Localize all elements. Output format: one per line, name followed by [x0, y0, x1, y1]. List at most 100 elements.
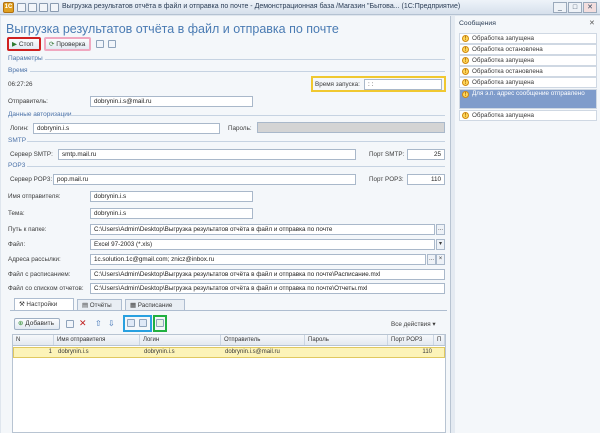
login-field[interactable]: dobrynin.i.s — [33, 123, 220, 134]
sender-label: Отправитель: — [8, 98, 48, 105]
message-text: Для э.п. адрес сообщение отправлено — [472, 90, 585, 97]
message-item[interactable]: ! Обработка запущена — [459, 33, 597, 44]
subject-field[interactable]: dobrynin.i.s — [90, 208, 253, 219]
delete-icon[interactable]: ✕ — [79, 318, 87, 329]
check-label: Проверка — [56, 41, 86, 48]
tab-reports-label: Отчёты — [89, 302, 112, 309]
start-time-field[interactable]: : : — [364, 79, 442, 90]
schedule-file-field[interactable]: C:\Users\Admin\Desktop\Выгрузка результа… — [90, 269, 445, 280]
sender-name-field[interactable]: dobrynin.i.s — [90, 191, 253, 202]
calendar-icon: ▦ — [130, 302, 136, 309]
smtp-port-label: Порт SMTP: — [369, 151, 405, 158]
col-n[interactable]: N — [14, 335, 54, 345]
warning-icon: ! — [462, 91, 469, 98]
page-title: Выгрузка результатов отчёта в файл и отп… — [6, 22, 339, 36]
folder-field[interactable]: C:\Users\Admin\Desktop\Выгрузка результа… — [90, 224, 435, 235]
recipients-select-button[interactable]: ... — [427, 254, 436, 265]
col-login[interactable]: Логин — [141, 335, 221, 345]
start-time-label: Время запуска: — [315, 81, 360, 88]
all-actions-menu[interactable]: Все действия ▾ — [391, 321, 436, 328]
recipients-clear-button[interactable]: × — [436, 254, 445, 265]
copy-icon[interactable] — [66, 320, 74, 328]
message-item[interactable]: ! Обработка запущена — [459, 55, 597, 66]
load-settings-icon[interactable] — [139, 319, 147, 327]
cell-login: dobrynin.i.s — [144, 349, 175, 355]
folder-select-button[interactable]: ... — [436, 224, 445, 235]
message-item[interactable]: ! Обработка запущена — [459, 77, 597, 88]
file-label: Файл: — [8, 241, 26, 248]
col-pop3-port[interactable]: Порт POP3 — [389, 335, 434, 345]
divider — [70, 115, 445, 116]
file-dropdown-button[interactable]: ▾ — [436, 239, 445, 250]
params-section: Параметры — [8, 55, 43, 62]
minimize-button[interactable]: _ — [553, 2, 567, 13]
move-down-icon[interactable]: ⇩ — [108, 318, 115, 329]
stop-label: Стоп — [18, 41, 34, 48]
sender-field[interactable]: dobrynin.i.s@mail.ru — [90, 96, 253, 107]
smtp-server-field[interactable]: smtp.mail.ru — [58, 149, 356, 160]
message-text: Обработка остановлена — [472, 68, 543, 75]
pop3-server-label: Сервер POP3: — [10, 176, 53, 183]
col-more[interactable]: П — [435, 335, 445, 345]
smtp-server-label: Сервер SMTP: — [10, 151, 53, 158]
close-window-button[interactable]: ✕ — [583, 2, 597, 13]
smtp-section: SMTP — [8, 137, 27, 144]
folder-label: Путь к папке: — [8, 226, 47, 233]
message-item[interactable]: ! Обработка запущена — [459, 110, 597, 121]
wrench-icon: ⚒ — [19, 301, 25, 308]
save-icon[interactable] — [39, 3, 48, 12]
move-up-icon[interactable]: ⇧ — [95, 318, 102, 329]
menu-icon[interactable] — [50, 3, 59, 12]
col-password[interactable]: Пароль — [306, 335, 388, 345]
app-logo-icon[interactable]: 1С — [3, 2, 14, 13]
pop3-server-field[interactable]: pop.mail.ru — [53, 174, 356, 185]
settings-icon[interactable] — [96, 40, 104, 48]
sender-name-label: Имя отправителя: — [8, 193, 61, 200]
file-format-select[interactable]: Excel 97-2003 (*.xls) — [90, 239, 435, 250]
message-text: Обработка остановлена — [472, 46, 543, 53]
cell-sender: dobrynin.i.s@mail.ru — [225, 349, 280, 355]
tab-divider — [10, 310, 447, 311]
col-sender-name[interactable]: Имя отправителя — [55, 335, 140, 345]
warning-icon: ! — [462, 79, 469, 86]
time-section: Время — [8, 67, 28, 74]
current-time: 06:27:26 — [8, 81, 33, 88]
recipients-field[interactable]: 1c.solution.1c@gmail.com; znicz@inbox.ru — [90, 254, 426, 265]
window-title: Выгрузка результатов отчёта в файл и отп… — [62, 3, 461, 10]
reports-file-label: Файл со списком отчетов: — [8, 285, 84, 292]
messages-close-button[interactable]: ✕ — [589, 19, 595, 27]
back-icon[interactable] — [17, 3, 26, 12]
check-button[interactable]: ⟳ Проверка — [44, 37, 91, 51]
maximize-button[interactable]: □ — [568, 2, 582, 13]
refresh-icon: ⟳ — [49, 41, 55, 48]
table-icon[interactable] — [156, 319, 164, 327]
schedule-file-label: Файл с расписанием: — [8, 271, 71, 278]
stop-button[interactable]: ▶ Стоп — [7, 37, 41, 51]
cell-n: 1 — [48, 349, 52, 355]
divider — [30, 71, 445, 72]
tab-settings-label: Настройки — [26, 301, 58, 308]
smtp-port-field[interactable]: 25 — [407, 149, 445, 160]
message-item[interactable]: ! Обработка остановлена — [459, 66, 597, 77]
recipients-label: Адреса рассылки: — [8, 256, 61, 263]
save-settings-icon[interactable] — [127, 319, 135, 327]
add-button[interactable]: ⊕ Добавить — [14, 318, 60, 330]
pop3-port-field[interactable]: 110 — [407, 174, 445, 185]
messages-title: Сообщения — [459, 20, 496, 27]
help-icon[interactable] — [108, 40, 116, 48]
warning-icon: ! — [462, 35, 469, 42]
password-field[interactable] — [257, 122, 445, 133]
auth-section: Данные авторизации — [8, 111, 72, 118]
message-item-selected[interactable]: ! Для э.п. адрес сообщение отправлено — [459, 89, 597, 109]
password-label: Пароль: — [228, 125, 252, 132]
add-label: Добавить — [25, 320, 54, 327]
list-icon: ▤ — [82, 302, 88, 309]
col-sender[interactable]: Отправитель — [222, 335, 305, 345]
pop3-port-label: Порт POP3: — [369, 176, 404, 183]
cell-sender-name: dobrynin.i.s — [58, 349, 89, 355]
message-text: Обработка запущена — [472, 112, 535, 119]
warning-icon: ! — [462, 46, 469, 53]
reports-file-field[interactable]: C:\Users\Admin\Desktop\Выгрузка результа… — [90, 283, 445, 294]
forward-icon[interactable] — [28, 3, 37, 12]
message-item[interactable]: ! Обработка остановлена — [459, 44, 597, 55]
